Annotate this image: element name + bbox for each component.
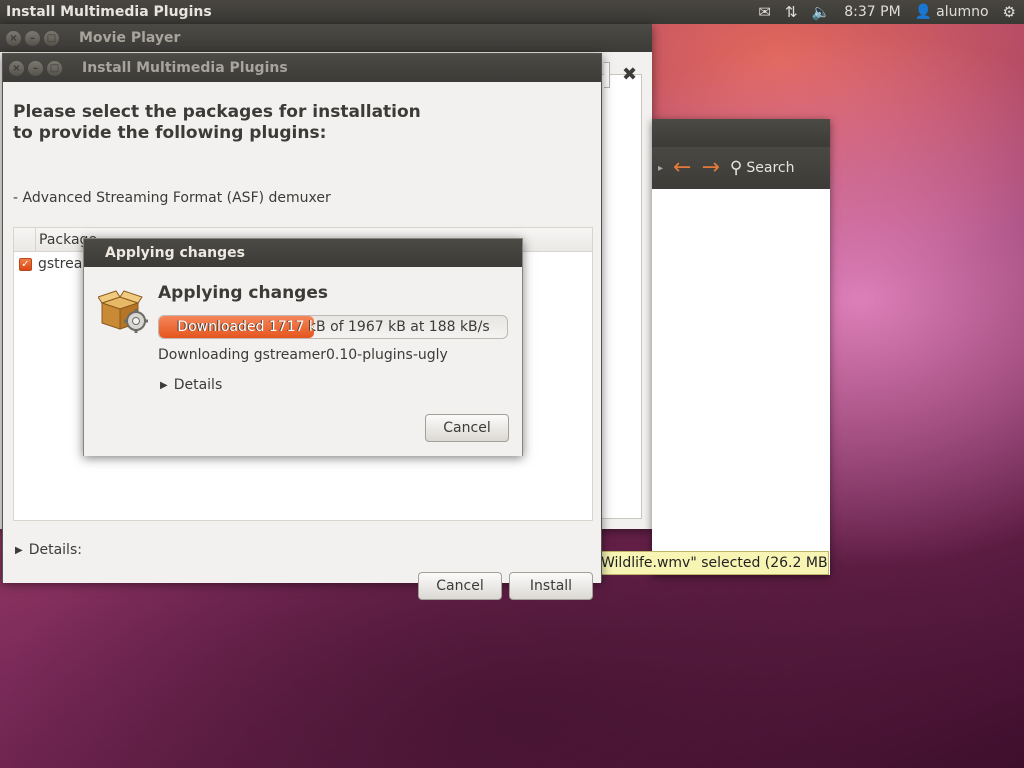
active-app-title: Install Multimedia Plugins <box>6 4 212 20</box>
details-label: Details <box>173 377 223 393</box>
applying-changes-title: Applying changes <box>105 245 245 261</box>
mail-icon[interactable]: ✉ <box>758 4 771 20</box>
details-expander[interactable]: ▶ Details: <box>15 542 82 558</box>
network-icon[interactable]: ⇅ <box>785 4 798 20</box>
file-chooser-window: ▸ ← → ⚲ Search <box>652 119 830 575</box>
install-button[interactable]: Install <box>509 572 593 600</box>
download-progress-text-overlay: Downloaded 1717 kB of 1967 kB at 188 kB/… <box>177 319 314 335</box>
package-checkbox[interactable]: ✓ <box>19 257 32 271</box>
minimize-icon[interactable]: – <box>28 60 43 76</box>
details-label: Details: <box>28 542 82 558</box>
install-plugins-title: Install Multimedia Plugins <box>82 60 288 76</box>
expander-arrow-icon: ▶ <box>160 379 168 391</box>
clock[interactable]: 8:37 PM <box>844 4 900 20</box>
heading-line-1: Please select the packages for installat… <box>13 102 421 122</box>
movie-player-titlebar[interactable]: × – □ Movie Player <box>0 24 652 52</box>
search-button-label[interactable]: Search <box>746 160 794 176</box>
close-icon[interactable]: × <box>6 30 21 46</box>
cancel-button[interactable]: Cancel <box>418 572 502 600</box>
expander-arrow-icon: ▶ <box>15 544 23 556</box>
applying-changes-titlebar[interactable]: Applying changes <box>84 239 522 267</box>
location-field-edge[interactable] <box>604 62 610 88</box>
user-icon: 👤 <box>914 4 933 20</box>
user-name: alumno <box>936 4 989 20</box>
volume-icon[interactable]: 🔈 <box>812 4 831 20</box>
user-menu[interactable]: 👤 alumno <box>915 4 989 20</box>
details-expander[interactable]: ▶ Details <box>160 377 222 393</box>
install-plugins-titlebar[interactable]: × – □ Install Multimedia Plugins <box>3 54 601 82</box>
top-panel: Install Multimedia Plugins ✉ ⇅ 🔈 8:37 PM… <box>0 0 1024 24</box>
selection-status-tooltip: Wildlife.wmv" selected (26.2 MB) <box>600 551 829 575</box>
file-list[interactable] <box>652 189 830 575</box>
maximize-icon[interactable]: □ <box>47 60 62 76</box>
applying-changes-heading: Applying changes <box>158 283 328 303</box>
file-chooser-titlebar[interactable] <box>652 119 830 147</box>
forward-arrow-icon[interactable]: → <box>701 157 719 179</box>
package-install-icon <box>98 290 148 333</box>
close-icon[interactable]: ✖ <box>622 64 637 85</box>
search-icon[interactable]: ⚲ <box>730 158 742 178</box>
download-status: Downloading gstreamer0.10-plugins-ugly <box>158 347 448 363</box>
download-progress-bar: Downloaded 1717 kB of 1967 kB at 188 kB/… <box>158 315 508 339</box>
cancel-button[interactable]: Cancel <box>425 414 509 442</box>
heading-line-2: to provide the following plugins: <box>13 123 327 143</box>
minimize-icon[interactable]: – <box>25 30 40 46</box>
close-icon[interactable]: × <box>9 60 24 76</box>
instructions-heading: Please select the packages for installat… <box>13 102 433 144</box>
file-chooser-toolbar: ▸ ← → ⚲ Search <box>652 147 830 189</box>
gear-icon[interactable]: ⚙ <box>1003 4 1016 20</box>
checkbox-column-header[interactable] <box>14 227 36 252</box>
required-plugin: - Advanced Streaming Format (ASF) demuxe… <box>13 190 331 206</box>
back-arrow-icon[interactable]: ← <box>673 157 691 179</box>
applying-changes-body: Applying changes Downloaded 1717 kB of 1… <box>84 267 522 456</box>
applying-changes-dialog: Applying changes Applying changes Downlo… <box>83 238 523 456</box>
indicator-area: ✉ ⇅ 🔈 8:37 PM 👤 alumno ⚙ <box>758 4 1024 20</box>
chevron-right-icon[interactable]: ▸ <box>658 163 663 174</box>
maximize-icon[interactable]: □ <box>44 30 59 46</box>
movie-player-title: Movie Player <box>79 30 181 46</box>
